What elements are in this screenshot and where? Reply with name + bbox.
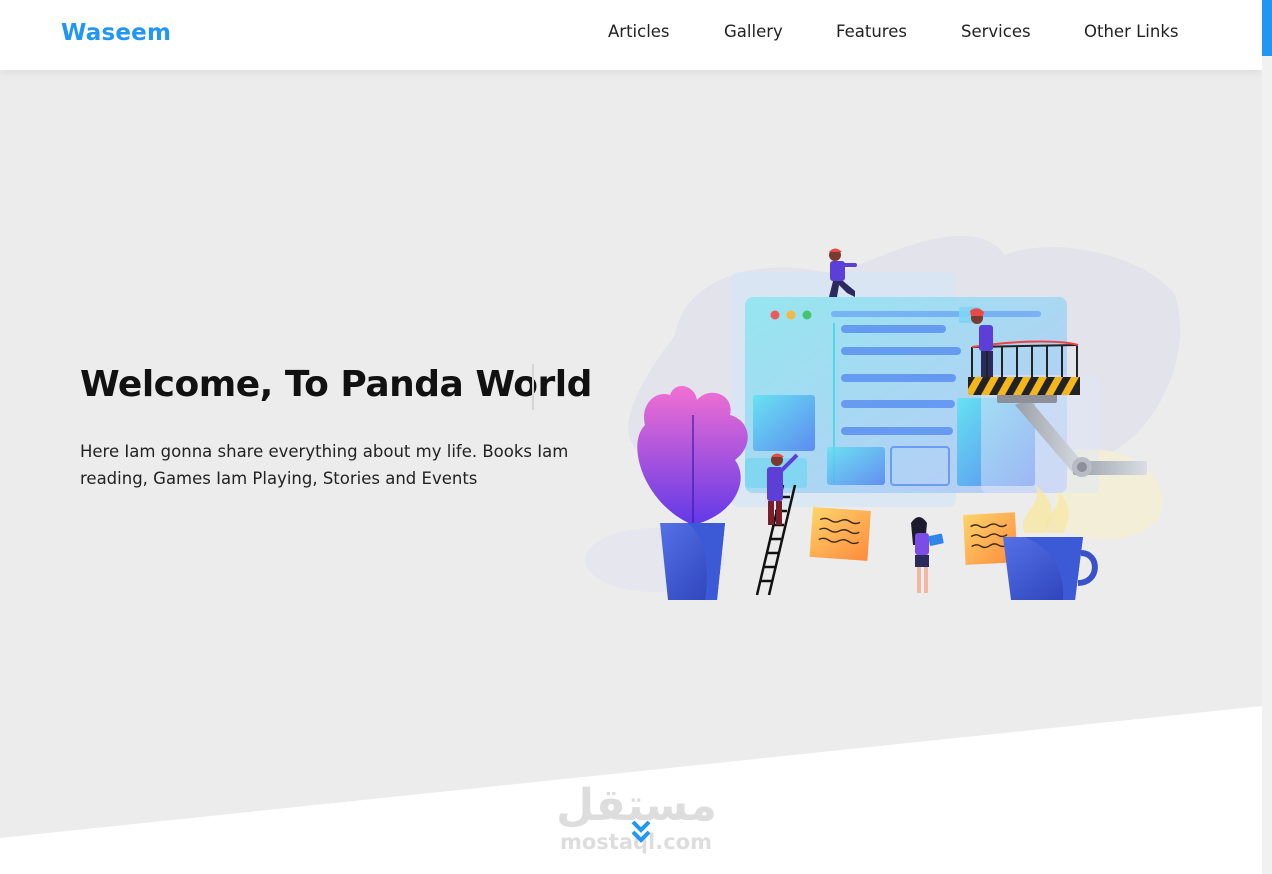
nav-link-other-links[interactable]: Other Links (1084, 22, 1178, 41)
page: Waseem Articles Gallery Features Service… (0, 0, 1272, 874)
website-building-illustration (585, 235, 1181, 600)
nav-link-features[interactable]: Features (836, 22, 907, 41)
scrollbar-thumb[interactable] (1262, 0, 1272, 56)
nav-link-articles[interactable]: Articles (608, 22, 670, 41)
header: Waseem Articles Gallery Features Service… (0, 0, 1262, 70)
hero-description: Here Iam gonna share everything about my… (80, 442, 569, 488)
page-scrollbar[interactable] (1262, 0, 1272, 874)
nav-link-services[interactable]: Services (961, 22, 1031, 41)
text-cursor (532, 364, 534, 410)
hero-title: Welcome, To Panda World (80, 364, 592, 405)
nav-link-gallery[interactable]: Gallery (724, 22, 783, 41)
double-chevron-down-icon[interactable] (628, 818, 654, 846)
main-nav: Articles Gallery Features Services Other… (0, 22, 1262, 48)
